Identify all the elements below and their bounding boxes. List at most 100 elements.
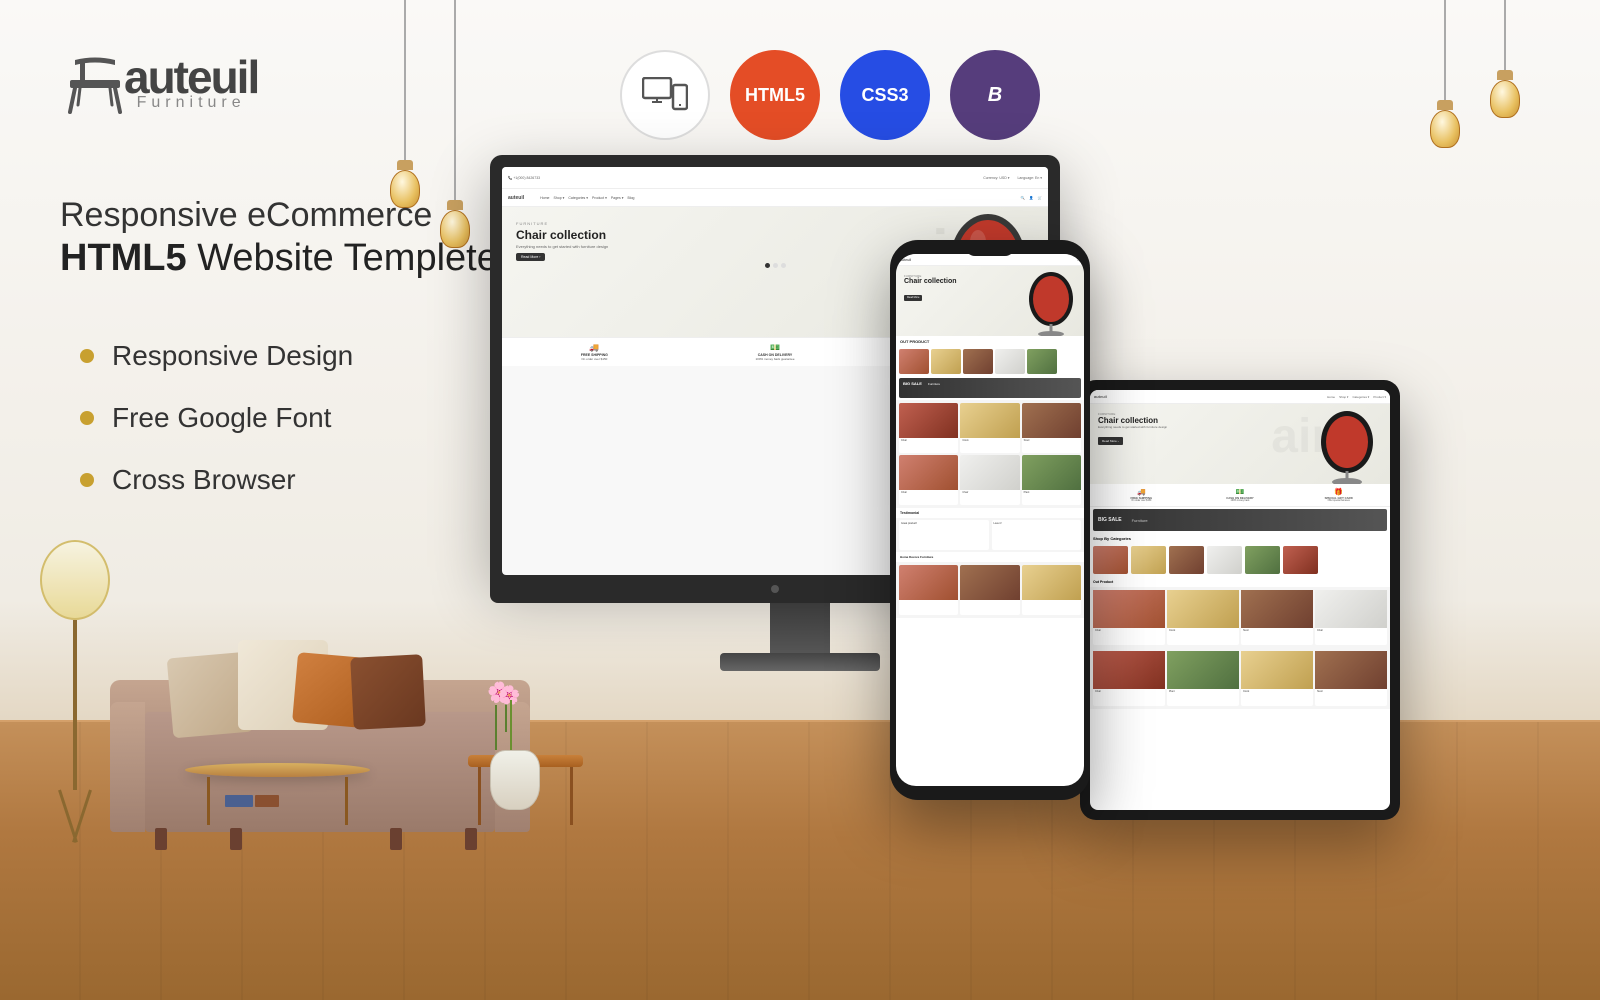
phone-product-img-3 (1022, 403, 1081, 438)
phone-product-img-8 (960, 565, 1019, 600)
phone-frame: auteuil ≡ FURNITURE Chair collection Rea… (890, 240, 1090, 800)
feature-google-font: Free Google Font (80, 402, 353, 434)
bootstrap-label: B (988, 84, 1002, 107)
phone-product-img-1 (899, 403, 958, 438)
headline-line1: Responsive eCommerce (60, 195, 498, 236)
phone-testimonials: Great product! Love it! (896, 518, 1084, 552)
tablet-hero: FURNITURE Chair collection Everything ne… (1090, 404, 1390, 484)
tablet-cash-sub: 100% money back (1193, 500, 1288, 502)
phone-sale-sub: Furniture (928, 382, 940, 386)
tablet-nav-product: Product ▾ (1373, 395, 1386, 399)
pendant-bulb-2 (1490, 80, 1520, 118)
headline-rest: Website Templete (187, 237, 498, 279)
phone-cat-5 (1027, 349, 1057, 374)
phone-product-img-6 (1022, 455, 1081, 490)
hero-dot-1 (765, 263, 770, 268)
phone-sale-banner: BIG SALE Furniture (899, 378, 1081, 398)
tablet-nav-links: Home Shop ▾ Categories ▾ Product ▾ (1327, 395, 1386, 399)
tablet-screen: auteuil Home Shop ▾ Categories ▾ Product… (1090, 390, 1390, 810)
lamp-pole (73, 620, 77, 790)
phone-cat-3 (963, 349, 993, 374)
feature-dot-2 (80, 411, 94, 425)
tech-icon-css3: CSS3 (840, 50, 930, 140)
tablet-product-text-4: Chair (1315, 628, 1387, 633)
site-nav: auteuil Home Shop ▾ Categories ▾ Product… (502, 189, 1048, 207)
tablet-nav-cat: Categories ▾ (1352, 395, 1369, 399)
nav-user: 👤 (1029, 196, 1033, 200)
flower-stem-1 (495, 705, 497, 750)
nav-blog: Blog (627, 196, 634, 200)
tablet-sale-text: BIG SALE (1098, 517, 1122, 523)
tablet-products-grid: Chair Clock Stool Chair (1090, 587, 1390, 648)
phone-testimonial-title: Testimonial (896, 508, 1084, 518)
cash-icon: 💵 (689, 343, 862, 352)
phone-product-img-2 (960, 403, 1019, 438)
phone-product-info-3: Stool (1022, 438, 1081, 443)
site-nav-icons: 🔍 👤 🛒 (1021, 196, 1042, 200)
monitor-stand (770, 603, 830, 653)
feature-label-browser: Cross Browser (112, 464, 296, 496)
shipping-sub: On order over $150 (508, 357, 681, 361)
tablet-logo: auteuil (1094, 394, 1107, 399)
lamp-shade (40, 540, 110, 620)
tablet-feature-gift: 🎁 SPECIAL GIFT CARD Offer special bonuse… (1291, 488, 1386, 502)
flower-stem-2 (505, 704, 507, 732)
tablet-cat-5 (1245, 546, 1280, 574)
tablet-cat-4 (1207, 546, 1242, 574)
tablet-product-img-5 (1093, 651, 1165, 689)
table-leg-2 (345, 777, 348, 825)
phone-product-img-9 (1022, 565, 1081, 600)
phone-product-7 (899, 565, 958, 615)
book-1 (225, 795, 253, 807)
site-top-bar: 📞 +1(000) 8426733 Currency: USD ▾ Langua… (502, 167, 1048, 189)
tablet-product-text-6: Plant (1167, 689, 1239, 694)
tablet-nav-home: Home (1327, 395, 1335, 399)
phone-product-info-5: Chair (960, 490, 1019, 495)
tablet-product-img-4 (1315, 590, 1387, 628)
tablet-product-8: Stool (1315, 651, 1387, 706)
tablet-categories (1090, 544, 1390, 577)
tablet-product-1: Chair (1093, 590, 1165, 645)
phone-product-9 (1022, 565, 1081, 615)
site-nav-logo: auteuil (508, 195, 524, 201)
pendant-bulb-1 (1430, 110, 1460, 148)
tablet-cash-icon: 💵 (1193, 488, 1288, 496)
tablet-product-text-2: Clock (1167, 628, 1239, 633)
logo-area: auteuil Furniture (60, 50, 258, 115)
pendant-top-left-1 (397, 160, 413, 170)
phone-product-6: Plant (1022, 455, 1081, 505)
phone-product-img-7 (899, 565, 958, 600)
lamp-leg-right (72, 790, 92, 843)
cord-2 (1504, 0, 1506, 70)
tablet-hero-btn: Read More › (1098, 437, 1123, 445)
tablet-product-text-8: Stool (1315, 689, 1387, 694)
phone-logo: auteuil (900, 258, 911, 262)
tablet-products-grid-2: Chair Plant Clock Stool (1090, 648, 1390, 709)
tablet-product-4: Chair (1315, 590, 1387, 645)
shipping-icon: 🚚 (508, 343, 681, 352)
cord-1 (1444, 0, 1446, 100)
headline-area: Responsive eCommerce HTML5 Website Templ… (60, 195, 498, 281)
tablet-out-products: Out Product (1090, 577, 1390, 587)
nav-search: 🔍 (1021, 196, 1025, 200)
tablet-sale-sub: Furniture (1132, 518, 1148, 523)
phone-cat-1 (899, 349, 929, 374)
phone-hero-btn: Read More (904, 295, 922, 301)
site-nav-links: Home Shop ▾ Categories ▾ Product ▾ Pages… (540, 196, 634, 200)
tablet-product-img-2 (1167, 590, 1239, 628)
tablet-shipping-icon: 🚚 (1094, 488, 1189, 496)
pendant-top-2 (1497, 70, 1513, 80)
pendant-1 (1430, 0, 1460, 148)
feature-dot-1 (80, 349, 94, 363)
cash-sub: 100% money back guarantee (689, 357, 862, 361)
hero-dot-2 (773, 263, 778, 268)
tablet-product-text-3: Stool (1241, 628, 1313, 633)
tablet-product-3: Stool (1241, 590, 1313, 645)
testimonial-text-2: Love it! (994, 522, 1080, 525)
feature-responsive-design: Responsive Design (80, 340, 353, 372)
phone-testimonial-2: Love it! (992, 520, 1082, 550)
phone-hero: FURNITURE Chair collection Read More (896, 266, 1084, 336)
nav-product: Product ▾ (592, 196, 607, 200)
feature-label-responsive: Responsive Design (112, 340, 353, 372)
pendant-2 (1490, 0, 1520, 118)
